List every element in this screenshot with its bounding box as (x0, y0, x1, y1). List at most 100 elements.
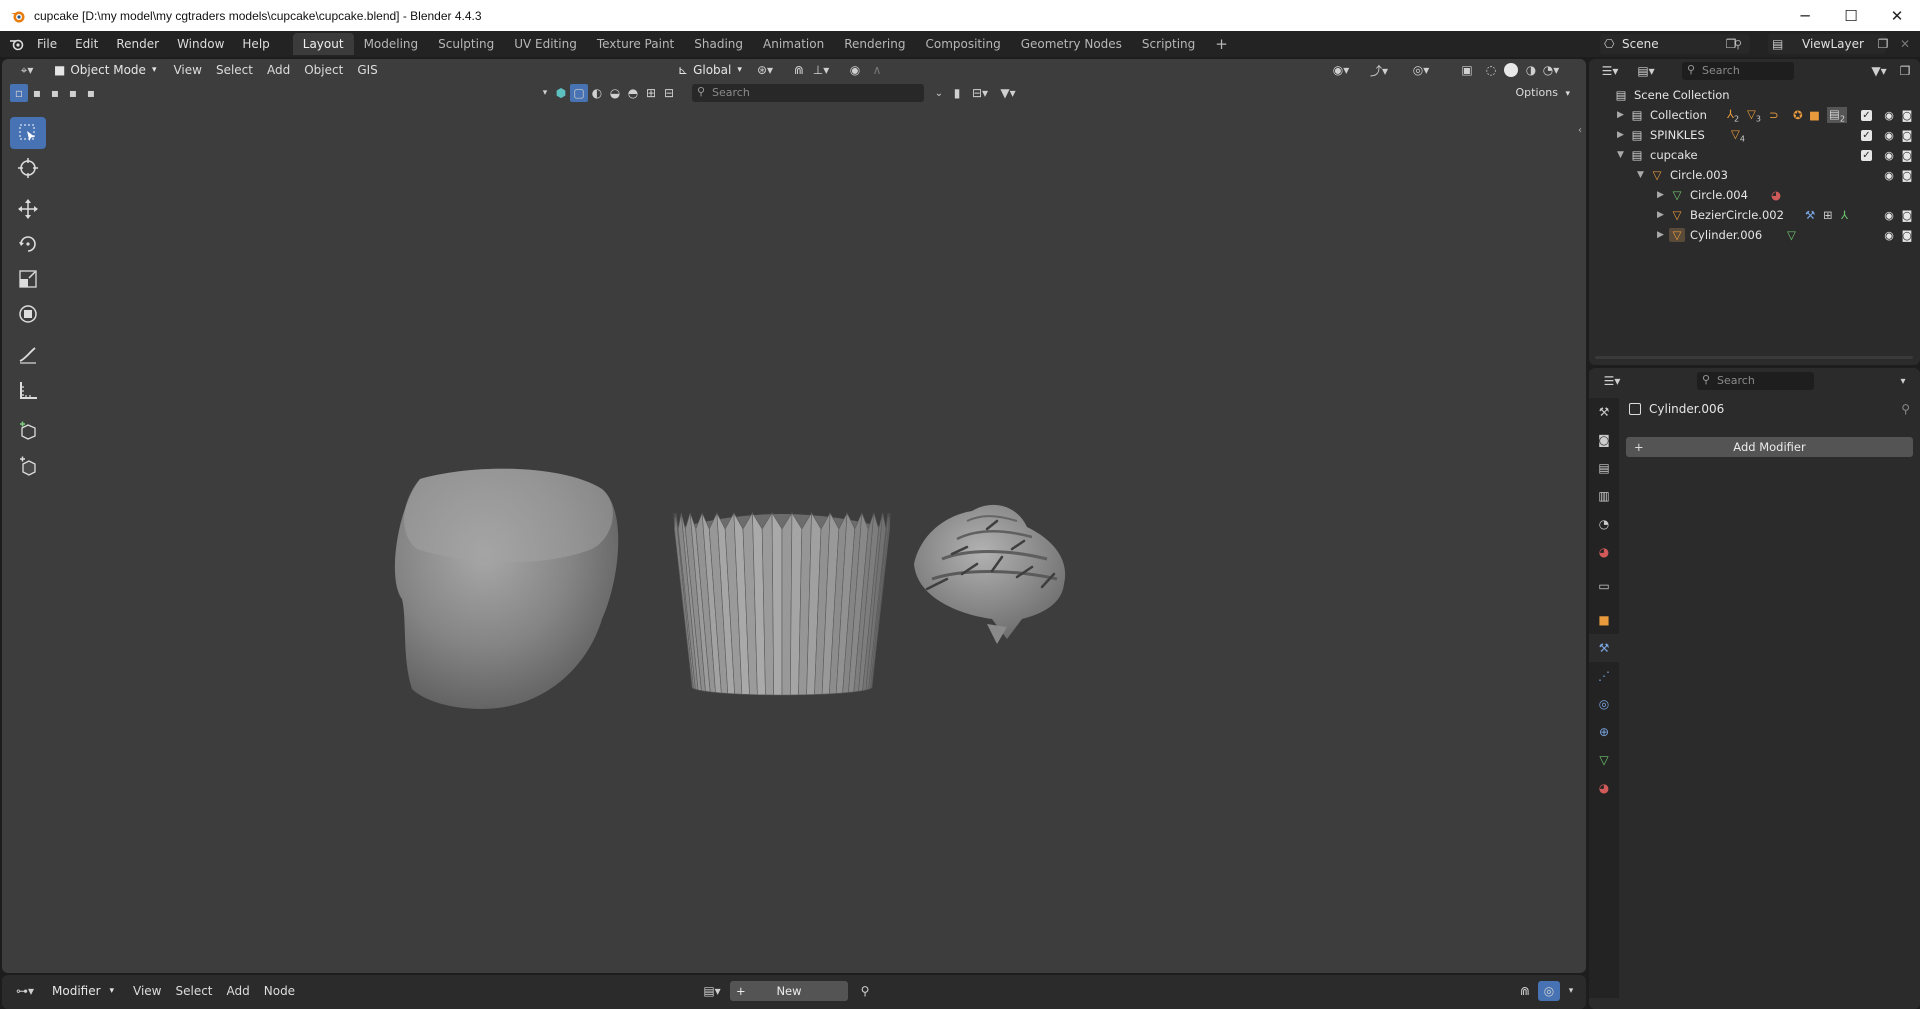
chevron-right-icon[interactable]: ▶ (1657, 190, 1669, 200)
scene-tab[interactable]: ◔ (1589, 510, 1619, 538)
material-tab[interactable]: ◕ (1589, 774, 1619, 802)
data-tab[interactable]: ▽ (1589, 746, 1619, 774)
new-scene-icon[interactable]: ❐ (1720, 34, 1742, 54)
eye-icon[interactable]: ◉ (1882, 148, 1896, 162)
pin-icon[interactable]: ⚲ (1901, 402, 1910, 416)
exclude-checkbox[interactable]: ✓ (1861, 129, 1872, 141)
render-camera-icon[interactable]: ◙ (1900, 168, 1914, 182)
render-camera-icon[interactable]: ◙ (1900, 108, 1914, 122)
outliner-search-input[interactable]: Search (1682, 62, 1794, 80)
menu-view[interactable]: View (126, 981, 168, 1001)
tab-rendering[interactable]: Rendering (834, 33, 915, 55)
outliner-editor-type-icon[interactable]: ☰▾ (1595, 61, 1625, 81)
cupcake-liner-mesh[interactable] (673, 511, 891, 696)
render-camera-icon[interactable]: ◙ (1900, 128, 1914, 142)
minimize-button[interactable]: ─ (1782, 0, 1828, 31)
close-window-button[interactable]: ✕ (1874, 0, 1920, 31)
menu-file[interactable]: File (28, 33, 66, 55)
outliner-row-circle-003[interactable]: ▼ ▽ Circle.003 ◉ ◙ (1589, 165, 1920, 185)
menu-add[interactable]: Add (220, 981, 257, 1001)
tab-animation[interactable]: Animation (753, 33, 834, 55)
object-tab[interactable]: ■ (1589, 606, 1619, 634)
render-camera-icon[interactable]: ◙ (1900, 208, 1914, 222)
snap-icon[interactable]: ⋒ (1514, 981, 1536, 1001)
cake-base-mesh[interactable] (394, 468, 619, 709)
tab-modeling[interactable]: Modeling (354, 33, 429, 55)
chevron-right-icon[interactable]: ▶ (1617, 110, 1629, 120)
world-tab[interactable]: ◕ (1589, 538, 1619, 566)
editor-type-icon[interactable]: ⊶▾ (10, 981, 40, 1001)
exclude-checkbox[interactable]: ✓ (1861, 109, 1872, 121)
display-mode-icon[interactable]: ▤▾ (1631, 61, 1661, 81)
outliner-row-spinkles[interactable]: ▶ ▤ SPINKLES ▽4 ✓ ◉ ◙ (1589, 125, 1920, 145)
properties-search-input[interactable]: Search (1697, 372, 1814, 390)
new-node-tree-button[interactable]: + New (730, 981, 848, 1001)
menu-edit[interactable]: Edit (66, 33, 107, 55)
tab-uv-editing[interactable]: UV Editing (504, 33, 587, 55)
view-layer-selector[interactable]: ▤ ViewLayer (1768, 34, 1886, 54)
maximize-button[interactable]: ☐ (1828, 0, 1874, 31)
tab-geometry-nodes[interactable]: Geometry Nodes (1011, 33, 1132, 55)
outliner-row-beziercircle-002[interactable]: ▶ ▽ BezierCircle.002 ⚒ ⊞ ⅄ ◉ ◙ (1589, 205, 1920, 225)
tab-compositing[interactable]: Compositing (915, 33, 1010, 55)
pin-icon[interactable]: ⚲ (854, 981, 876, 1001)
outliner-row-circle-004[interactable]: ▶ ▽ Circle.004 ◕ (1589, 185, 1920, 205)
node-tree-browse-icon[interactable]: ▤▾ (698, 981, 726, 1001)
particles-tab[interactable]: ⋰ (1589, 662, 1619, 690)
shader-type-selector[interactable]: Modifier ▾ (46, 981, 120, 1001)
exclude-checkbox[interactable]: ✓ (1861, 149, 1872, 161)
frosting-mesh[interactable] (914, 504, 1066, 644)
menu-render[interactable]: Render (107, 33, 168, 55)
chevron-down-icon[interactable]: ▼ (1637, 170, 1649, 180)
tab-texture-paint[interactable]: Texture Paint (587, 33, 684, 55)
new-view-layer-icon[interactable]: ❐ (1872, 34, 1894, 54)
eye-icon[interactable]: ◉ (1882, 168, 1896, 182)
outliner-row-cylinder-006[interactable]: ▶ ▽ Cylinder.006 ▽ ◉ ◙ (1589, 225, 1920, 245)
render-camera-icon[interactable]: ◙ (1900, 228, 1914, 242)
3d-viewport[interactable]: ⌖▾ ■ Object Mode ▾ View Select Add Objec… (2, 59, 1586, 973)
render-camera-icon[interactable]: ◙ (1900, 148, 1914, 162)
tab-layout[interactable]: Layout (292, 33, 354, 55)
chevron-down-icon[interactable]: ▾ (1892, 371, 1914, 391)
tab-sculpting[interactable]: Sculpting (428, 33, 504, 55)
outliner-filter-icon[interactable]: ▼▾ (1868, 61, 1890, 81)
render-tab-icon: ◙ (1598, 433, 1610, 447)
eye-icon[interactable]: ◉ (1882, 208, 1896, 222)
modifier-tab[interactable]: ⚒ (1589, 634, 1619, 662)
menu-help[interactable]: Help (233, 33, 278, 55)
eye-icon[interactable]: ◉ (1882, 228, 1896, 242)
physics-tab[interactable]: ◎ (1589, 690, 1619, 718)
add-workspace-button[interactable]: + (1205, 33, 1238, 55)
eye-icon[interactable]: ◉ (1882, 108, 1896, 122)
properties-editor-type-icon[interactable]: ☰▾ (1597, 371, 1627, 391)
menu-select[interactable]: Select (168, 981, 219, 1001)
add-modifier-label: Add Modifier (1733, 440, 1806, 454)
chevron-right-icon[interactable]: ▶ (1657, 210, 1669, 220)
remove-view-layer-icon[interactable]: ✕ (1894, 34, 1916, 54)
outliner-scrollbar[interactable] (1595, 356, 1913, 359)
chevron-down-icon[interactable]: ▼ (1617, 150, 1629, 160)
blender-menu-icon[interactable] (6, 34, 28, 54)
chevron-right-icon[interactable]: ▶ (1617, 130, 1629, 140)
tool-tab[interactable]: ⚒ (1589, 398, 1619, 426)
new-collection-icon[interactable]: ❐ (1894, 61, 1916, 81)
collection-tab[interactable]: ▭ (1589, 572, 1619, 600)
eye-icon[interactable]: ◉ (1882, 128, 1896, 142)
chevron-right-icon[interactable]: ▶ (1657, 230, 1669, 240)
outliner-row-scene-collection[interactable]: ▤ Scene Collection (1589, 85, 1920, 105)
add-modifier-button[interactable]: + Add Modifier (1626, 437, 1913, 457)
output-tab[interactable]: ▤ (1589, 454, 1619, 482)
outliner-row-collection[interactable]: ▶ ▤ Collection ⅄2 ▽3 ⊃ ✪ ■ ▤2 ✓ ◉ ◙ (1589, 105, 1920, 125)
outliner-row-cupcake[interactable]: ▼ ▤ cupcake ✓ ◉ ◙ (1589, 145, 1920, 165)
tab-shading[interactable]: Shading (684, 33, 753, 55)
overlay-toggle-icon[interactable]: ◎ (1538, 981, 1560, 1001)
menu-window[interactable]: Window (168, 33, 233, 55)
scene-tab-icon: ◔ (1598, 517, 1610, 531)
chevron-down-icon[interactable]: ▾ (1560, 981, 1582, 1001)
view-layer-tab[interactable]: ▥ (1589, 482, 1619, 510)
constraints-tab[interactable]: ⊕ (1589, 718, 1619, 746)
render-tab[interactable]: ◙ (1589, 426, 1619, 454)
tab-scripting[interactable]: Scripting (1132, 33, 1205, 55)
mesh-object-icon: ▽ (1672, 208, 1682, 222)
menu-node[interactable]: Node (257, 981, 302, 1001)
